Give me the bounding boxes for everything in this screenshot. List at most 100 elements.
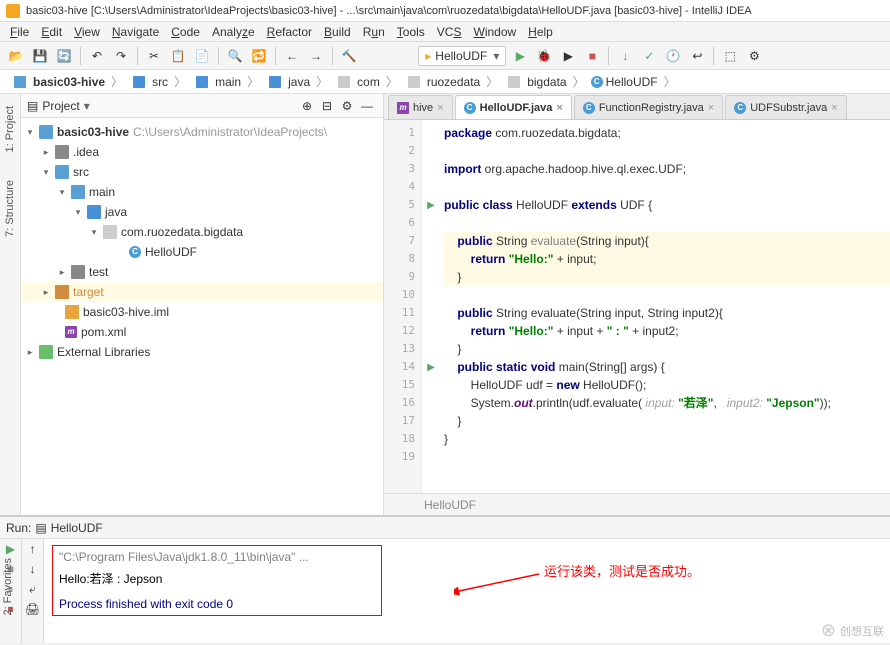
run-panel-header: Run: ▤ HelloUDF — [0, 517, 890, 539]
menu-window[interactable]: Window — [467, 23, 522, 41]
panel-settings-icon[interactable]: ⚙ — [337, 96, 357, 116]
project-panel-title: Project — [42, 99, 79, 113]
editor-tabs: mhive× CHelloUDF.java× CFunctionRegistry… — [384, 94, 890, 120]
build-icon[interactable]: 🔨 — [339, 46, 359, 66]
bc-main[interactable]: main — [188, 75, 245, 89]
close-icon[interactable]: × — [556, 102, 562, 114]
run-gutter-icon[interactable]: ▶ — [427, 362, 435, 373]
run-config-label: HelloUDF — [51, 521, 103, 535]
paste-icon[interactable]: 📄 — [192, 46, 212, 66]
undo-icon[interactable]: ↶ — [87, 46, 107, 66]
hide-panel-icon[interactable]: — — [357, 96, 377, 116]
close-icon[interactable]: × — [437, 102, 443, 114]
rerun-button[interactable]: ▶ — [0, 539, 21, 559]
up-stack-icon[interactable]: ↑ — [22, 539, 43, 559]
stop-button[interactable]: ■ — [582, 46, 602, 66]
redo-icon[interactable]: ↷ — [111, 46, 131, 66]
vcs-commit-icon[interactable]: ✓ — [639, 46, 659, 66]
title-bar: basic03-hive [C:\Users\Administrator\Ide… — [0, 0, 890, 22]
project-tree[interactable]: ▾basic03-hiveC:\Users\Administrator\Idea… — [21, 118, 383, 515]
menu-edit[interactable]: Edit — [35, 23, 68, 41]
tab-helloudf[interactable]: CHelloUDF.java× — [455, 95, 572, 119]
menu-run[interactable]: Run — [357, 23, 391, 41]
menu-refactor[interactable]: Refactor — [261, 23, 318, 41]
back-icon[interactable]: ← — [282, 46, 302, 66]
menu-navigate[interactable]: Navigate — [106, 23, 165, 41]
bc-java[interactable]: java — [261, 75, 314, 89]
tab-udfsubstr[interactable]: CUDFSubstr.java× — [725, 95, 846, 119]
annotation-arrow — [454, 569, 544, 599]
menu-file[interactable]: File — [4, 23, 35, 41]
save-icon[interactable]: 💾 — [30, 46, 50, 66]
run-gutter-icon[interactable]: ▶ — [427, 200, 435, 211]
run-toolbar-mid: ↑ ↓ ⤶ 🖨 — [22, 539, 44, 643]
print-icon[interactable]: 🖨 — [22, 599, 43, 619]
run-output[interactable]: "C:\Program Files\Java\jdk1.8.0_11\bin\j… — [44, 539, 890, 643]
menu-help[interactable]: Help — [522, 23, 559, 41]
window-title: basic03-hive [C:\Users\Administrator\Ide… — [26, 5, 752, 17]
toolbar: 📂 💾 🔄 ↶ ↷ ✂ 📋 📄 🔍 🔁 ← → 🔨 ▸ HelloUDF ▾ ▶… — [0, 42, 890, 70]
copy-icon[interactable]: 📋 — [168, 46, 188, 66]
tab-favorites[interactable]: 2: Favorites — [2, 558, 14, 615]
refresh-icon[interactable]: 🔄 — [54, 46, 74, 66]
run-command-line: "C:\Program Files\Java\jdk1.8.0_11\bin\j… — [59, 550, 375, 564]
debug-button[interactable]: 🐞 — [534, 46, 554, 66]
app-icon — [6, 4, 20, 18]
tab-structure[interactable]: 7: Structure — [2, 176, 18, 241]
bc-class[interactable]: CHelloUDF — [587, 75, 662, 89]
code-body[interactable]: package com.ruozedata.bigdata; import or… — [440, 120, 890, 493]
menu-vcs[interactable]: VCS — [431, 23, 468, 41]
code-editor[interactable]: 12345678910111213141516171819 ▶ ▶ packag… — [384, 120, 890, 493]
breadcrumb: basic03-hive〉 src〉 main〉 java〉 com〉 ruoz… — [0, 70, 890, 94]
cut-icon[interactable]: ✂ — [144, 46, 164, 66]
menu-tools[interactable]: Tools — [391, 23, 431, 41]
scroll-from-source-icon[interactable]: ⊟ — [317, 96, 337, 116]
close-icon[interactable]: × — [831, 102, 837, 114]
watermark: ⊗创想互联 — [821, 620, 884, 641]
run-button[interactable]: ▶ — [510, 46, 530, 66]
find-icon[interactable]: 🔍 — [225, 46, 245, 66]
run-label: Run: — [6, 521, 31, 535]
tab-functionregistry[interactable]: CFunctionRegistry.java× — [574, 95, 723, 119]
run-output-line: Hello:若泽 : Jepson — [59, 570, 375, 587]
menu-code[interactable]: Code — [165, 23, 206, 41]
coverage-button[interactable]: ▶ — [558, 46, 578, 66]
close-icon[interactable]: × — [708, 102, 714, 114]
run-exit-line: Process finished with exit code 0 — [59, 597, 375, 611]
collapse-icon[interactable]: ⊕ — [297, 96, 317, 116]
project-icon: ▤ — [27, 99, 38, 113]
bc-bigdata[interactable]: bigdata — [500, 75, 570, 89]
menu-view[interactable]: View — [68, 23, 106, 41]
menu-build[interactable]: Build — [318, 23, 357, 41]
bc-com[interactable]: com — [330, 75, 384, 89]
run-panel: Run: ▤ HelloUDF ▶ ■ ⏸ ⏹ ↑ ↓ ⤶ 🖨 "C:\Prog… — [0, 515, 890, 643]
forward-icon[interactable]: → — [306, 46, 326, 66]
project-panel-header: ▤ Project ▾ ⊕ ⊟ ⚙ — — [21, 94, 383, 118]
annotation-text: 运行该类，测试是否成功。 — [544, 561, 700, 580]
project-view-dropdown[interactable]: ▾ — [84, 99, 90, 113]
bc-src[interactable]: src — [125, 75, 172, 89]
tab-hive[interactable]: mhive× — [388, 95, 453, 119]
left-tool-strip: 1: Project 7: Structure — [0, 94, 21, 515]
marker-column: ▶ ▶ — [422, 120, 440, 493]
project-panel: ▤ Project ▾ ⊕ ⊟ ⚙ — ▾basic03-hiveC:\User… — [21, 94, 384, 515]
soft-wrap-icon[interactable]: ⤶ — [22, 579, 43, 599]
down-stack-icon[interactable]: ↓ — [22, 559, 43, 579]
open-icon[interactable]: 📂 — [6, 46, 26, 66]
run-config-name: HelloUDF — [435, 49, 487, 63]
bc-root[interactable]: basic03-hive — [6, 75, 109, 89]
tab-project[interactable]: 1: Project — [2, 102, 18, 156]
run-config-select[interactable]: ▸ HelloUDF ▾ — [418, 46, 506, 66]
menu-analyze[interactable]: Analyze — [206, 23, 261, 41]
menu-bar: File Edit View Navigate Code Analyze Ref… — [0, 22, 890, 42]
vcs-update-icon[interactable]: ↓ — [615, 46, 635, 66]
editor-breadcrumb: HelloUDF — [384, 493, 890, 515]
line-gutter: 12345678910111213141516171819 — [384, 120, 422, 493]
bc-ruoze[interactable]: ruozedata — [400, 75, 484, 89]
editor-area: mhive× CHelloUDF.java× CFunctionRegistry… — [384, 94, 890, 515]
vcs-history-icon[interactable]: 🕐 — [663, 46, 683, 66]
settings-icon[interactable]: ⚙ — [744, 46, 764, 66]
structure-popup-icon[interactable]: ⬚ — [720, 46, 740, 66]
replace-icon[interactable]: 🔁 — [249, 46, 269, 66]
vcs-revert-icon[interactable]: ↩ — [687, 46, 707, 66]
